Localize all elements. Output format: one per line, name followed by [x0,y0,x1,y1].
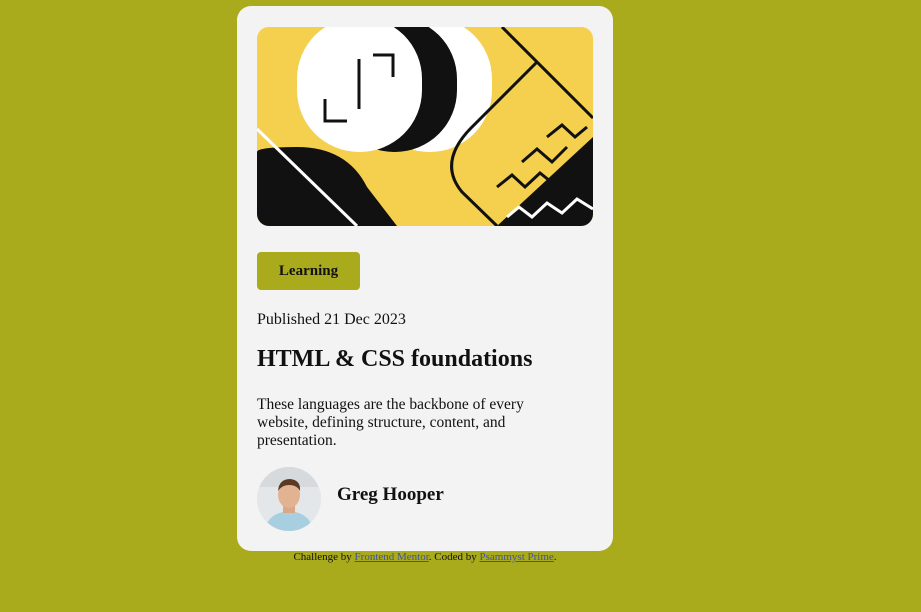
coder-link[interactable]: Psammyst Prime [480,551,554,563]
card-description: These languages are the backbone of ever… [257,396,524,449]
author-avatar [257,467,321,531]
card-title[interactable]: HTML & CSS foundations [257,346,532,373]
author-avatar-photo-icon [257,467,321,531]
footer-suffix: . [553,551,557,563]
author-name: Greg Hooper [337,484,444,505]
frontend-mentor-link[interactable]: Frontend Mentor [355,551,429,563]
hero-illustration [257,27,593,226]
footer-middle: . Coded by [428,551,480,563]
category-tag[interactable]: Learning [257,252,360,290]
code-brackets-illustration-icon [257,27,593,226]
published-date: Published 21 Dec 2023 [257,311,406,328]
footer-prefix: Challenge by [293,551,355,563]
blog-card: Learning Published 21 Dec 2023 HTML & CS… [237,6,613,551]
attribution-footer: Challenge by Frontend Mentor. Coded by P… [0,551,850,563]
